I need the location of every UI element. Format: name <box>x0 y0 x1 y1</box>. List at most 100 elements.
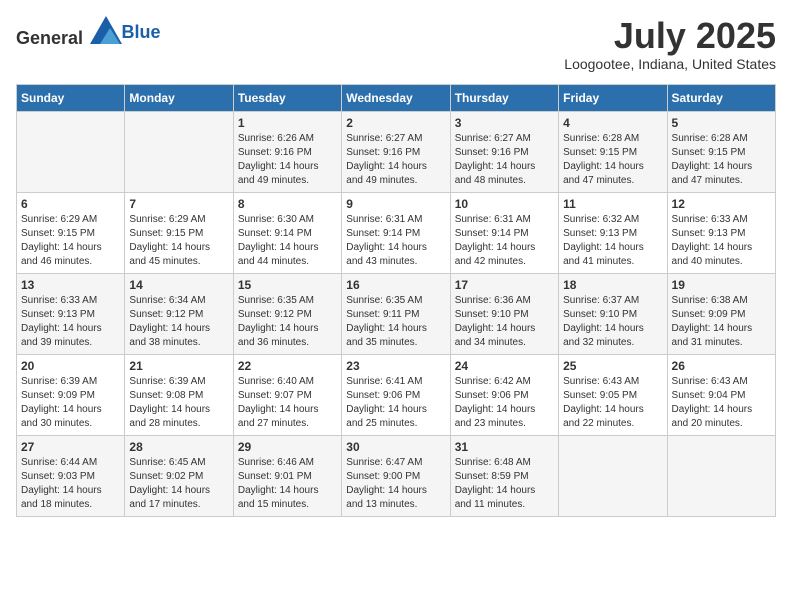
day-detail: Sunrise: 6:38 AM Sunset: 9:09 PM Dayligh… <box>672 294 771 350</box>
weekday-header: Friday <box>559 84 667 111</box>
day-number: 7 <box>129 197 228 211</box>
calendar-cell: 31Sunrise: 6:48 AM Sunset: 8:59 PM Dayli… <box>450 435 558 516</box>
day-number: 18 <box>563 278 662 292</box>
calendar-cell: 9 Sunrise: 6:31 AM Sunset: 9:14 PM Daylig… <box>342 192 450 273</box>
calendar-cell <box>125 111 233 192</box>
calendar-cell: 5Sunrise: 6:28 AM Sunset: 9:15 PM Daylig… <box>667 111 775 192</box>
calendar-cell: 30 Sunrise: 6:47 AM Sunset: 9:00 PM Dayli… <box>342 435 450 516</box>
logo-icon <box>90 16 122 44</box>
day-detail: Sunrise: 6:34 AM Sunset: 9:12 PM Dayligh… <box>129 294 228 350</box>
calendar-week-row: 6 Sunrise: 6:29 AM Sunset: 9:15 PM Daylig… <box>17 192 776 273</box>
calendar-cell <box>667 435 775 516</box>
day-number: 24 <box>455 359 554 373</box>
day-number: 22 <box>238 359 337 373</box>
calendar-cell: 20Sunrise: 6:39 AM Sunset: 9:09 PM Dayli… <box>17 354 125 435</box>
day-number: 27 <box>21 440 120 454</box>
day-detail: Sunrise: 6:46 AM Sunset: 9:01 PM Dayligh… <box>238 456 337 512</box>
day-detail: Sunrise: 6:31 AM Sunset: 9:14 PM Dayligh… <box>346 213 445 269</box>
day-number: 1 <box>238 116 337 130</box>
day-number: 20 <box>21 359 120 373</box>
calendar-cell: 11 Sunrise: 6:32 AM Sunset: 9:13 PM Dayli… <box>559 192 667 273</box>
calendar-cell: 1 Sunrise: 6:26 AM Sunset: 9:16 PM Daylig… <box>233 111 341 192</box>
calendar-cell: 18 Sunrise: 6:37 AM Sunset: 9:10 PM Dayli… <box>559 273 667 354</box>
day-number: 11 <box>563 197 662 211</box>
calendar-cell: 3 Sunrise: 6:27 AM Sunset: 9:16 PM Daylig… <box>450 111 558 192</box>
day-detail: Sunrise: 6:27 AM Sunset: 9:16 PM Dayligh… <box>455 132 554 188</box>
calendar-week-row: 20Sunrise: 6:39 AM Sunset: 9:09 PM Dayli… <box>17 354 776 435</box>
calendar-cell: 15 Sunrise: 6:35 AM Sunset: 9:12 PM Dayli… <box>233 273 341 354</box>
day-detail: Sunrise: 6:36 AM Sunset: 9:10 PM Dayligh… <box>455 294 554 350</box>
day-number: 12 <box>672 197 771 211</box>
day-detail: Sunrise: 6:32 AM Sunset: 9:13 PM Dayligh… <box>563 213 662 269</box>
day-number: 5 <box>672 116 771 130</box>
day-number: 29 <box>238 440 337 454</box>
logo-blue: Blue <box>122 22 161 42</box>
calendar-cell: 6 Sunrise: 6:29 AM Sunset: 9:15 PM Daylig… <box>17 192 125 273</box>
calendar-cell: 8 Sunrise: 6:30 AM Sunset: 9:14 PM Daylig… <box>233 192 341 273</box>
calendar-cell: 16 Sunrise: 6:35 AM Sunset: 9:11 PM Dayli… <box>342 273 450 354</box>
weekday-header: Saturday <box>667 84 775 111</box>
calendar-cell: 14 Sunrise: 6:34 AM Sunset: 9:12 PM Dayli… <box>125 273 233 354</box>
calendar-cell: 4 Sunrise: 6:28 AM Sunset: 9:15 PM Daylig… <box>559 111 667 192</box>
day-number: 14 <box>129 278 228 292</box>
day-detail: Sunrise: 6:35 AM Sunset: 9:11 PM Dayligh… <box>346 294 445 350</box>
calendar-cell: 7Sunrise: 6:29 AM Sunset: 9:15 PM Daylig… <box>125 192 233 273</box>
day-detail: Sunrise: 6:37 AM Sunset: 9:10 PM Dayligh… <box>563 294 662 350</box>
weekday-header: Sunday <box>17 84 125 111</box>
day-number: 9 <box>346 197 445 211</box>
calendar-cell: 23 Sunrise: 6:41 AM Sunset: 9:06 PM Dayli… <box>342 354 450 435</box>
calendar-cell <box>559 435 667 516</box>
day-number: 3 <box>455 116 554 130</box>
day-number: 17 <box>455 278 554 292</box>
calendar-week-row: 13Sunrise: 6:33 AM Sunset: 9:13 PM Dayli… <box>17 273 776 354</box>
day-detail: Sunrise: 6:30 AM Sunset: 9:14 PM Dayligh… <box>238 213 337 269</box>
day-detail: Sunrise: 6:41 AM Sunset: 9:06 PM Dayligh… <box>346 375 445 431</box>
day-number: 23 <box>346 359 445 373</box>
calendar-cell: 26Sunrise: 6:43 AM Sunset: 9:04 PM Dayli… <box>667 354 775 435</box>
calendar-table: SundayMondayTuesdayWednesdayThursdayFrid… <box>16 84 776 517</box>
calendar-body: 1 Sunrise: 6:26 AM Sunset: 9:16 PM Daylig… <box>17 111 776 516</box>
weekday-header: Thursday <box>450 84 558 111</box>
day-detail: Sunrise: 6:31 AM Sunset: 9:14 PM Dayligh… <box>455 213 554 269</box>
day-number: 15 <box>238 278 337 292</box>
calendar-week-row: 27Sunrise: 6:44 AM Sunset: 9:03 PM Dayli… <box>17 435 776 516</box>
calendar-cell: 12Sunrise: 6:33 AM Sunset: 9:13 PM Dayli… <box>667 192 775 273</box>
day-detail: Sunrise: 6:48 AM Sunset: 8:59 PM Dayligh… <box>455 456 554 512</box>
day-number: 13 <box>21 278 120 292</box>
day-detail: Sunrise: 6:47 AM Sunset: 9:00 PM Dayligh… <box>346 456 445 512</box>
subtitle: Loogootee, Indiana, United States <box>564 56 776 72</box>
day-detail: Sunrise: 6:35 AM Sunset: 9:12 PM Dayligh… <box>238 294 337 350</box>
day-detail: Sunrise: 6:39 AM Sunset: 9:08 PM Dayligh… <box>129 375 228 431</box>
day-detail: Sunrise: 6:29 AM Sunset: 9:15 PM Dayligh… <box>21 213 120 269</box>
calendar-cell: 17 Sunrise: 6:36 AM Sunset: 9:10 PM Dayli… <box>450 273 558 354</box>
weekday-header: Monday <box>125 84 233 111</box>
day-number: 21 <box>129 359 228 373</box>
calendar-cell: 22 Sunrise: 6:40 AM Sunset: 9:07 PM Dayli… <box>233 354 341 435</box>
day-number: 16 <box>346 278 445 292</box>
day-number: 6 <box>21 197 120 211</box>
calendar-cell: 28Sunrise: 6:45 AM Sunset: 9:02 PM Dayli… <box>125 435 233 516</box>
calendar-cell <box>17 111 125 192</box>
day-number: 19 <box>672 278 771 292</box>
day-detail: Sunrise: 6:26 AM Sunset: 9:16 PM Dayligh… <box>238 132 337 188</box>
day-detail: Sunrise: 6:27 AM Sunset: 9:16 PM Dayligh… <box>346 132 445 188</box>
title-block: July 2025 Loogootee, Indiana, United Sta… <box>564 16 776 72</box>
calendar-cell: 25Sunrise: 6:43 AM Sunset: 9:05 PM Dayli… <box>559 354 667 435</box>
calendar-cell: 24 Sunrise: 6:42 AM Sunset: 9:06 PM Dayli… <box>450 354 558 435</box>
calendar-cell: 27Sunrise: 6:44 AM Sunset: 9:03 PM Dayli… <box>17 435 125 516</box>
calendar-cell: 29 Sunrise: 6:46 AM Sunset: 9:01 PM Dayli… <box>233 435 341 516</box>
calendar-header-row: SundayMondayTuesdayWednesdayThursdayFrid… <box>17 84 776 111</box>
day-number: 10 <box>455 197 554 211</box>
logo: General Blue <box>16 16 161 49</box>
day-detail: Sunrise: 6:28 AM Sunset: 9:15 PM Dayligh… <box>563 132 662 188</box>
day-detail: Sunrise: 6:43 AM Sunset: 9:04 PM Dayligh… <box>672 375 771 431</box>
day-number: 8 <box>238 197 337 211</box>
day-number: 2 <box>346 116 445 130</box>
calendar-cell: 21 Sunrise: 6:39 AM Sunset: 9:08 PM Dayli… <box>125 354 233 435</box>
day-detail: Sunrise: 6:42 AM Sunset: 9:06 PM Dayligh… <box>455 375 554 431</box>
day-detail: Sunrise: 6:40 AM Sunset: 9:07 PM Dayligh… <box>238 375 337 431</box>
day-number: 4 <box>563 116 662 130</box>
day-number: 30 <box>346 440 445 454</box>
calendar-cell: 10 Sunrise: 6:31 AM Sunset: 9:14 PM Dayli… <box>450 192 558 273</box>
main-title: July 2025 <box>564 16 776 56</box>
